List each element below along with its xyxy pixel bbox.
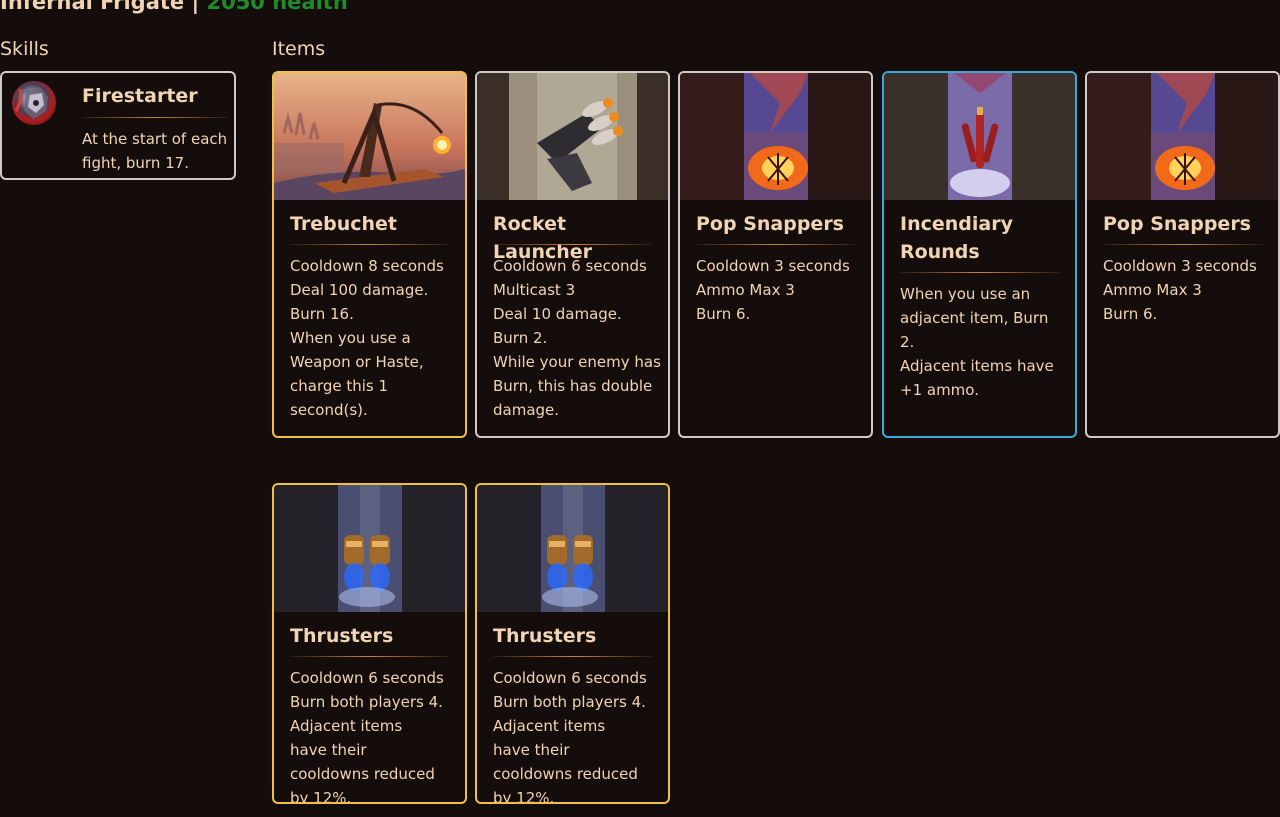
item-line: Cooldown 6 seconds: [493, 669, 647, 687]
item-card-thrusters[interactable]: Thrusters Cooldown 6 seconds Burn both p…: [272, 483, 467, 804]
title-separator: |: [184, 0, 207, 14]
item-line: Adjacent items have their cooldowns redu…: [493, 717, 638, 804]
item-name: Thrusters: [493, 625, 597, 647]
firestarter-icon: [12, 81, 56, 125]
pop-snappers-icon: [680, 73, 871, 200]
pop-snappers-icon: [1087, 73, 1278, 200]
skill-divider: [82, 117, 228, 118]
item-description: Cooldown 6 seconds Burn both players 4. …: [493, 666, 663, 804]
item-line: Cooldown 6 seconds: [290, 669, 444, 687]
item-card-rocket-launcher[interactable]: Rocket Launcher Cooldown 6 seconds Multi…: [475, 71, 670, 438]
item-line: Deal 100 damage.: [290, 281, 429, 299]
item-line: Adjacent items have +1 ammo.: [900, 357, 1054, 399]
item-card-trebuchet[interactable]: Trebuchet Cooldown 8 seconds Deal 100 da…: [272, 71, 467, 438]
item-line: Deal 10 damage.: [493, 305, 622, 323]
incendiary-rounds-icon: [884, 73, 1075, 200]
item-line: Burn 16.: [290, 305, 354, 323]
item-card-thrusters[interactable]: Thrusters Cooldown 6 seconds Burn both p…: [475, 483, 670, 804]
item-line: Cooldown 3 seconds: [696, 257, 850, 275]
item-description: Cooldown 6 seconds Multicast 3 Deal 10 d…: [493, 254, 663, 422]
item-name: Incendiary Rounds: [900, 213, 1013, 263]
item-line: Adjacent items have their cooldowns redu…: [290, 717, 435, 804]
items-heading: Items: [272, 38, 326, 60]
item-line: While your enemy has Burn, this has doub…: [493, 353, 661, 419]
item-line: When you use an adjacent item, Burn 2.: [900, 285, 1049, 351]
item-card-pop-snappers[interactable]: Pop Snappers Cooldown 3 seconds Ammo Max…: [678, 71, 873, 438]
thrusters-icon: [274, 485, 465, 612]
item-description: Cooldown 6 seconds Burn both players 4. …: [290, 666, 460, 804]
item-divider: [290, 244, 450, 245]
item-name: Thrusters: [290, 625, 394, 647]
item-line: Cooldown 8 seconds: [290, 257, 444, 275]
item-line: Ammo Max 3: [696, 281, 795, 299]
item-line: Ammo Max 3: [1103, 281, 1202, 299]
item-description: When you use an adjacent item, Burn 2. A…: [900, 282, 1065, 402]
item-divider: [290, 656, 450, 657]
rocket-launcher-icon: [477, 73, 668, 200]
item-line: Cooldown 3 seconds: [1103, 257, 1257, 275]
item-divider: [696, 244, 856, 245]
item-divider: [900, 272, 1060, 273]
page-title: Infernal Frigate | 2050 health: [0, 0, 348, 14]
item-card-incendiary-rounds[interactable]: Incendiary Rounds When you use an adjace…: [882, 71, 1077, 438]
item-line: Burn 2.: [493, 329, 548, 347]
item-card-pop-snappers[interactable]: Pop Snappers Cooldown 3 seconds Ammo Max…: [1085, 71, 1280, 438]
item-name: Trebuchet: [290, 213, 398, 235]
item-divider: [493, 244, 653, 245]
item-name: Pop Snappers: [1103, 213, 1251, 235]
skill-name: Firestarter: [82, 85, 198, 107]
skill-card-firestarter[interactable]: Firestarter At the start of each fight, …: [0, 71, 236, 180]
item-line: Burn both players 4.: [290, 693, 443, 711]
item-line: When you use a Weapon or Haste, charge t…: [290, 329, 424, 419]
skills-heading: Skills: [0, 38, 49, 60]
ship-name: Infernal Frigate: [0, 0, 185, 14]
thrusters-icon: [477, 485, 668, 612]
item-divider: [1103, 244, 1263, 245]
item-line: Burn 6.: [1103, 305, 1158, 323]
item-description: Cooldown 8 seconds Deal 100 damage. Burn…: [290, 254, 460, 422]
skill-description: At the start of each fight, burn 17.: [82, 130, 228, 172]
item-name: Pop Snappers: [696, 213, 844, 235]
item-line: Burn both players 4.: [493, 693, 646, 711]
item-divider: [493, 656, 653, 657]
item-line: Burn 6.: [696, 305, 751, 323]
item-description: Cooldown 3 seconds Ammo Max 3 Burn 6.: [696, 254, 866, 326]
health-value: 2050 health: [206, 0, 348, 14]
trebuchet-icon: [274, 73, 465, 200]
item-line: Multicast 3: [493, 281, 576, 299]
item-line: Cooldown 6 seconds: [493, 257, 647, 275]
item-description: Cooldown 3 seconds Ammo Max 3 Burn 6.: [1103, 254, 1273, 326]
